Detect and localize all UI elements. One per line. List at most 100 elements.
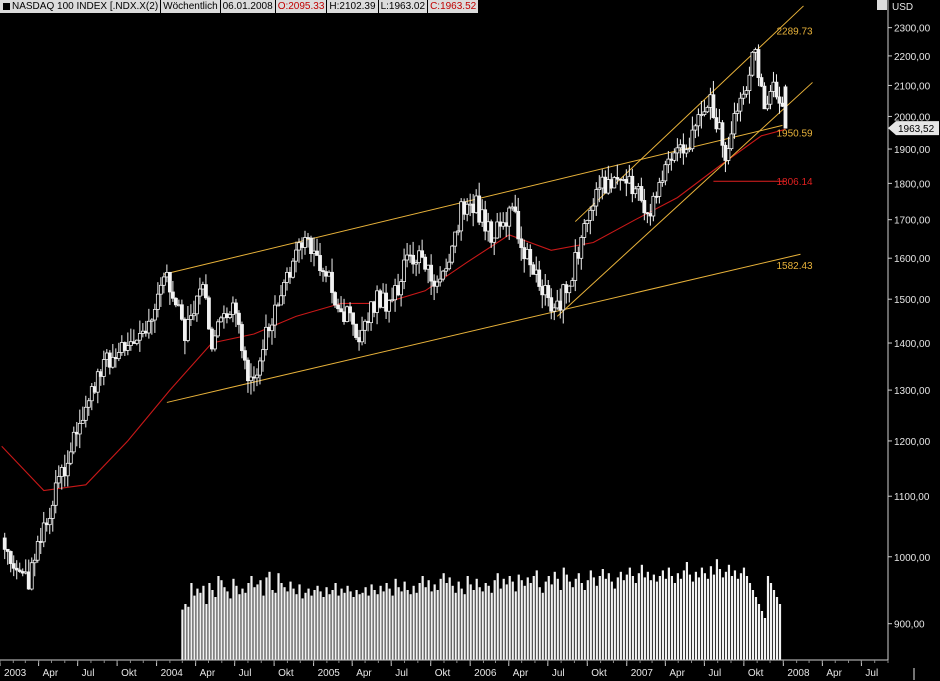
volume-bar: [736, 578, 740, 660]
candle-down: [143, 330, 148, 334]
candle-up: [747, 74, 752, 91]
volume-bar: [616, 577, 619, 660]
volume-bar: [778, 604, 782, 660]
volume-bar: [751, 590, 755, 660]
volume-bar: [658, 576, 661, 660]
volume-bar: [274, 592, 277, 660]
candle-up: [444, 268, 449, 272]
candle-down: [411, 254, 416, 265]
candle-up: [219, 317, 223, 323]
candle-down: [483, 209, 488, 232]
volume-bar: [406, 590, 409, 660]
volume-bar: [460, 588, 463, 660]
candle-down: [309, 237, 313, 255]
volume-bar: [439, 578, 442, 660]
price-chart[interactable]: 2289.73 1950.59 1806.14 1582.43 USD 900,00 10…: [0, 0, 940, 681]
volume-bar: [757, 604, 761, 660]
candle-down: [62, 467, 67, 477]
candle-down: [170, 291, 175, 299]
x-tick-label: Okt: [435, 668, 451, 679]
candle-down: [44, 522, 49, 526]
volume-bar: [664, 578, 667, 660]
volume-bar: [703, 573, 707, 660]
candle-up: [399, 281, 404, 296]
x-tick-label: Apr: [356, 668, 372, 679]
volume-bar: [754, 597, 758, 660]
candle-up: [119, 342, 124, 353]
candle-down: [2, 537, 7, 550]
volume-bar: [436, 590, 439, 660]
candle-down: [336, 304, 340, 310]
candle-up: [35, 541, 40, 561]
candle-up: [486, 221, 491, 232]
volume-bar: [490, 592, 493, 660]
price-annotation-label: 1582.43: [776, 261, 813, 272]
candle-up: [474, 195, 479, 214]
candle-down: [558, 300, 563, 311]
candle-up: [345, 306, 349, 322]
candle-up: [591, 205, 596, 211]
candle-up: [116, 352, 121, 360]
volume-bar: [190, 583, 193, 660]
candle-down: [237, 312, 241, 325]
volume-bar: [634, 583, 637, 660]
x-tick-label: 2003: [4, 668, 27, 679]
volume-bar: [223, 587, 226, 660]
volume-bar: [604, 578, 607, 660]
price-annotation-label: 2289.73: [776, 27, 813, 38]
candle-up: [696, 114, 701, 127]
y-tick-label: 1900,00: [894, 145, 931, 156]
volume-bar: [475, 578, 478, 660]
candle-down: [300, 242, 304, 248]
candle-up: [29, 562, 34, 590]
volume-bar: [661, 570, 664, 660]
candle-up: [678, 144, 683, 149]
candle-down: [648, 213, 653, 217]
candle-down: [420, 250, 425, 258]
candle-down: [489, 221, 494, 243]
x-tick-label: Jul: [239, 668, 252, 679]
volume-bar: [541, 592, 544, 660]
candle-up: [32, 559, 37, 564]
candle-up: [735, 110, 740, 114]
x-tick-label: 2006: [474, 668, 497, 679]
candle-down: [14, 567, 19, 571]
volume-bar: [202, 585, 205, 660]
x-tick-label: Jul: [395, 668, 408, 679]
volume-bar: [652, 574, 655, 660]
candle-up: [110, 356, 115, 368]
volume-bar: [334, 583, 337, 660]
volume-bar: [352, 597, 355, 660]
volume-bar: [670, 576, 673, 660]
volume-bar: [403, 581, 406, 660]
candle-down: [252, 376, 256, 379]
x-tick-label: Jul: [552, 668, 565, 679]
candle-down: [531, 264, 536, 275]
candle-down: [642, 200, 647, 214]
candle-up: [363, 320, 367, 331]
candle-down: [477, 195, 482, 223]
candle-down: [315, 250, 319, 256]
candle-down: [537, 269, 542, 287]
candle-down: [576, 252, 581, 259]
candle-down: [321, 270, 325, 273]
candle-up: [738, 97, 743, 112]
volume-bar: [466, 576, 469, 660]
x-tick-label: Okt: [278, 668, 294, 679]
candle-up: [56, 476, 61, 484]
candle-down: [384, 292, 388, 312]
candle-up: [360, 329, 364, 343]
volume-bar: [682, 570, 686, 660]
trend-lines: [163, 5, 813, 403]
candle-down: [98, 371, 103, 377]
candle-up: [744, 90, 749, 95]
volume-bar: [769, 583, 773, 660]
candle-up: [426, 264, 431, 270]
candle-up: [684, 149, 689, 154]
volume-bar: [721, 577, 725, 660]
volume-bar: [463, 594, 466, 660]
volume-bar: [343, 592, 346, 660]
candle-up: [672, 152, 677, 161]
candle-up: [146, 320, 151, 334]
candle-up: [663, 164, 668, 182]
